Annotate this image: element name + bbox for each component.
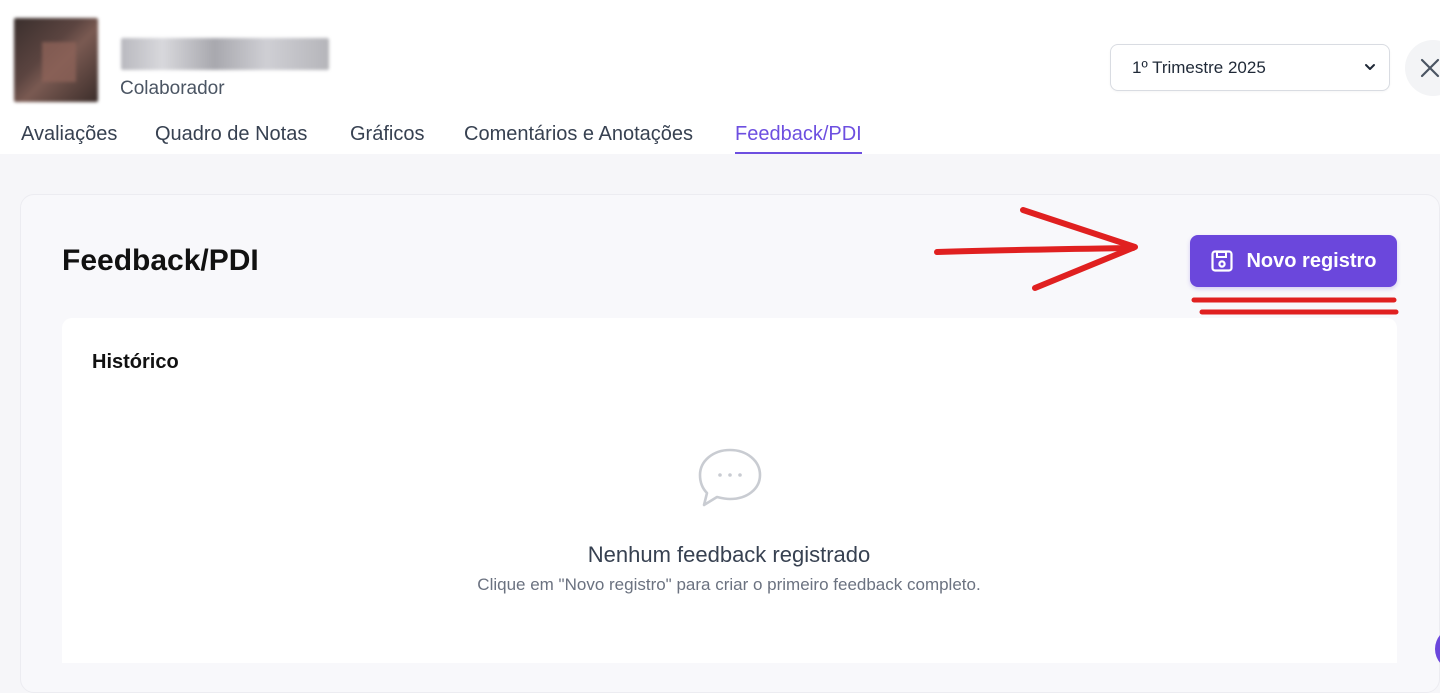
chat-bubble-icon: [698, 448, 762, 507]
tab-graficos[interactable]: Gráficos: [350, 118, 424, 154]
user-name-redacted: [121, 38, 329, 70]
empty-state-title: Nenhum feedback registrado: [587, 542, 871, 567]
tab-avaliacoes[interactable]: Avaliações: [21, 118, 117, 154]
user-role: Colaborador: [120, 78, 225, 99]
history-title: Histórico: [92, 351, 179, 373]
tab-comentarios[interactable]: Comentários e Anotações: [464, 118, 693, 154]
period-select[interactable]: 1º Trimestre 2025: [1110, 44, 1390, 91]
close-icon: [1420, 58, 1440, 78]
page-title: Feedback/PDI: [62, 244, 259, 277]
period-select-value: 1º Trimestre 2025: [1132, 57, 1266, 77]
close-button[interactable]: [1405, 40, 1440, 96]
chevron-down-icon: [1365, 64, 1375, 70]
empty-state-subtitle: Clique em "Novo registro" para criar o p…: [477, 575, 981, 594]
tab-quadro-de-notas[interactable]: Quadro de Notas: [155, 118, 307, 154]
tab-bar: Avaliações Quadro de Notas Gráficos Come…: [0, 118, 1440, 154]
save-icon: [1211, 250, 1234, 272]
tab-feedback-pdi[interactable]: Feedback/PDI: [735, 118, 862, 154]
top-bar: Colaborador 1º Trimestre 2025 Avaliações…: [0, 0, 1440, 154]
avatar: [14, 18, 98, 102]
new-record-button[interactable]: Novo registro: [1190, 235, 1397, 287]
new-record-label: Novo registro: [1246, 249, 1377, 272]
